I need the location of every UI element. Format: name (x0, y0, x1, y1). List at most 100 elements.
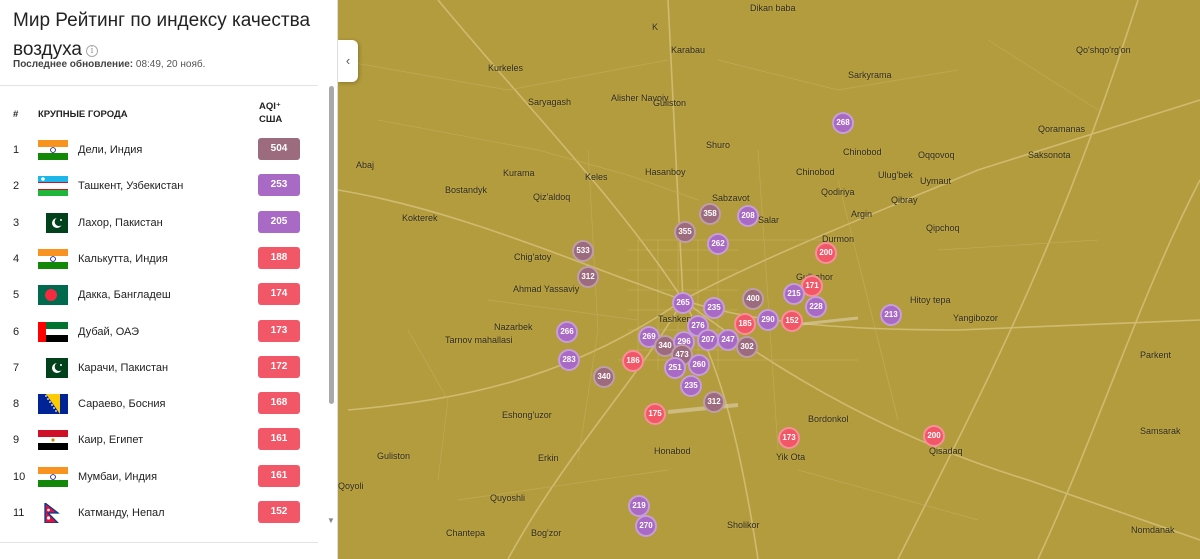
aqi-map-marker[interactable]: 290 (757, 309, 779, 331)
aqi-map-marker[interactable]: 358 (699, 203, 721, 225)
aqi-map-marker[interactable]: 312 (577, 266, 599, 288)
aqi-map-marker[interactable]: 340 (593, 366, 615, 388)
table-row[interactable]: 9 Каир, Египет 161 (0, 423, 318, 459)
row-rank: 9 (13, 434, 20, 447)
map-place-label: Bordonkol (808, 414, 849, 424)
map-place-label: Sabzavot (712, 193, 750, 203)
map-place-label: Qipchoq (926, 223, 960, 233)
aqi-badge: 253 (258, 174, 300, 197)
table-row[interactable]: 4 Калькутта, Индия 188 (0, 242, 318, 278)
aqi-map-marker[interactable]: 235 (680, 375, 702, 397)
table-row[interactable]: 10 Мумбаи, Индия 161 (0, 460, 318, 496)
aqi-map-marker[interactable]: 400 (742, 288, 764, 310)
aqi-map-marker[interactable]: 208 (737, 205, 759, 227)
pakistan-flag-icon (38, 212, 68, 233)
map-place-label: Qo'shqo'rg'on (1076, 45, 1131, 55)
aqi-badge: 174 (258, 283, 300, 306)
aqi-badge: 205 (258, 210, 300, 233)
aqi-map-marker[interactable]: 200 (815, 242, 837, 264)
table-row[interactable]: 7 Карачи, Пакистан 172 (0, 351, 318, 387)
map-place-label: Erkin (538, 453, 559, 463)
row-city: Дакка, Бангладеш (78, 289, 171, 302)
row-rank: 2 (13, 180, 20, 193)
row-city: Ташкент, Узбекистан (78, 180, 184, 193)
aqi-map-marker[interactable]: 186 (622, 350, 644, 372)
map-place-label: Hasanboy (645, 167, 686, 177)
row-city: Сараево, Босния (78, 398, 166, 411)
scrollbar[interactable]: ▼ (326, 86, 336, 531)
map-place-label: Bostandyk (445, 185, 488, 195)
map-view[interactable]: ‹ Dikan baba K Karabau Qo'shqo'rg'on Kurkele… (338, 0, 1200, 559)
pakistan-flag-icon (38, 357, 68, 378)
row-rank: 3 (13, 216, 20, 229)
aqi-map-marker[interactable]: 213 (880, 304, 902, 326)
collapse-panel-button[interactable]: ‹ (338, 40, 358, 82)
aqi-map-marker[interactable]: 215 (783, 283, 805, 305)
aqi-map-marker[interactable]: 260 (688, 354, 710, 376)
aqi-map-marker[interactable]: 219 (628, 495, 650, 517)
egypt-flag-icon (38, 430, 68, 451)
aqi-map-marker[interactable]: 265 (672, 292, 694, 314)
aqi-map-marker[interactable]: 355 (674, 221, 696, 243)
aqi-map-marker[interactable]: 266 (556, 321, 578, 343)
table-row[interactable]: 5 Дакка, Бангладеш 174 (0, 278, 318, 314)
aqi-badge: 161 (258, 464, 300, 487)
map-place-label: Guliston (377, 451, 411, 461)
aqi-map-marker[interactable]: 207 (697, 329, 719, 351)
aqi-map-marker[interactable]: 251 (664, 357, 686, 379)
aqi-map-marker[interactable]: 533 (572, 240, 594, 262)
aqi-map-marker[interactable]: 262 (707, 233, 729, 255)
ranking-panel: Мир Рейтинг по индексу качества воздуха i… (0, 0, 338, 559)
col-city-header: КРУПНЫЕ ГОРОДА (38, 109, 128, 120)
aqi-badge: 168 (258, 392, 300, 415)
aqi-map-marker[interactable]: 175 (644, 403, 666, 425)
row-city: Дубай, ОАЭ (78, 325, 140, 338)
scrollbar-thumb[interactable] (329, 86, 334, 404)
col-aqi-header[interactable]: AQI⁺ США (259, 101, 282, 125)
map-place-label: K (652, 22, 659, 32)
map-place-label: Kurkeles (488, 63, 524, 73)
row-city: Карачи, Пакистан (78, 361, 169, 374)
aqi-map-marker[interactable]: 268 (832, 112, 854, 134)
col-rank-header: # (13, 109, 19, 120)
table-row[interactable]: 2 Ташкент, Узбекистан 253 (0, 169, 318, 205)
map-place-label: Yik Ota (776, 452, 806, 462)
table-row[interactable]: 1 Дели, Индия 504 (0, 133, 318, 169)
india-flag-icon (38, 466, 68, 487)
aqi-map-marker[interactable]: 283 (558, 349, 580, 371)
aqi-map-marker[interactable]: 228 (805, 296, 827, 318)
header-divider (0, 85, 318, 86)
aqi-map-marker[interactable]: 302 (736, 336, 758, 358)
info-icon[interactable]: i (85, 45, 98, 57)
aqi-map-marker[interactable]: 185 (734, 313, 756, 335)
table-row[interactable]: 11 Катманду, Непал 152 (0, 496, 318, 532)
scroll-down-icon[interactable]: ▼ (326, 516, 336, 525)
map-place-label: Chantepa (446, 528, 486, 538)
aqi-map-marker[interactable]: 312 (703, 391, 725, 413)
table-row[interactable]: 3 Лахор, Пакистан 205 (0, 206, 318, 242)
table-row[interactable]: 6 Дубай, ОАЭ 173 (0, 315, 318, 351)
aqi-badge: 172 (258, 355, 300, 378)
india-flag-icon (38, 248, 68, 269)
map-place-label: Oqqovoq (918, 150, 955, 160)
aqi-map-marker[interactable]: 270 (635, 515, 657, 537)
aqi-map-marker[interactable]: 200 (923, 425, 945, 447)
row-city: Катманду, Непал (78, 507, 165, 519)
map-place-label: Argin (851, 209, 873, 219)
map-place-label: Eshong'uzor (502, 410, 552, 420)
aqi-map-marker[interactable]: 235 (703, 297, 725, 319)
map-place-label: Samsarak (1140, 426, 1181, 436)
map-place-label: Tarnov mahallasi (445, 335, 513, 345)
map-place-label: Guliston (653, 98, 687, 108)
last-updated: Последнее обновление: 08:49, 20 нояб. (13, 59, 205, 70)
aqi-map-marker[interactable]: 152 (781, 310, 803, 332)
aqi-map-marker[interactable]: 173 (778, 427, 800, 449)
page-title: Мир Рейтинг по индексу качества воздуха i (13, 10, 311, 60)
map-place-label: Saryagash (528, 97, 572, 107)
table-row[interactable]: 8 Сараево, Босния 168 (0, 387, 318, 423)
row-city: Дели, Индия (78, 144, 143, 156)
map-place-label: Yangibozor (953, 313, 998, 323)
map-base (338, 0, 1200, 559)
uzbekistan-flag-icon (38, 176, 68, 197)
map-place-label: Sarkyrama (848, 70, 892, 80)
